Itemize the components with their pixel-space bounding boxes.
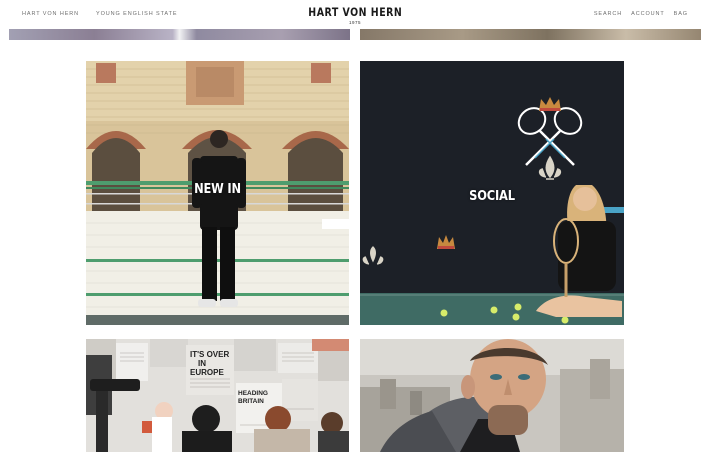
- site-header: HART VON HERN YOUNG ENGLISH STATE HART V…: [0, 0, 710, 29]
- tile-portrait[interactable]: [360, 339, 624, 452]
- banner-image-right[interactable]: [360, 29, 701, 40]
- tile-social[interactable]: SOCIAL: [360, 61, 624, 325]
- social-label: SOCIAL: [469, 189, 515, 204]
- svg-text:IT'S OVER: IT'S OVER: [190, 350, 229, 359]
- account-link[interactable]: ACCOUNT: [631, 11, 665, 17]
- search-link[interactable]: SEARCH: [594, 11, 622, 17]
- svg-text:EUROPE: EUROPE: [190, 368, 224, 377]
- banner-image-left[interactable]: [9, 29, 350, 40]
- svg-text:BRITAIN: BRITAIN: [238, 398, 264, 405]
- brand-name: HART VON HERN: [308, 5, 402, 19]
- header-nav-right: SEARCH ACCOUNT BAG: [594, 11, 688, 17]
- tile-new-in[interactable]: NEW IN: [86, 61, 349, 325]
- new-in-label: NEW IN: [194, 182, 241, 197]
- portrait-photo: [360, 339, 624, 452]
- tile-press[interactable]: IT'S OVER IN EUROPE HEADING BRITAIN: [86, 339, 349, 452]
- svg-text:HEADING: HEADING: [238, 390, 268, 397]
- press-photo: IT'S OVER IN EUROPE HEADING BRITAIN: [86, 339, 349, 452]
- svg-text:IN: IN: [198, 359, 206, 368]
- brand-year: 1975: [348, 20, 361, 25]
- bag-link[interactable]: BAG: [674, 11, 688, 17]
